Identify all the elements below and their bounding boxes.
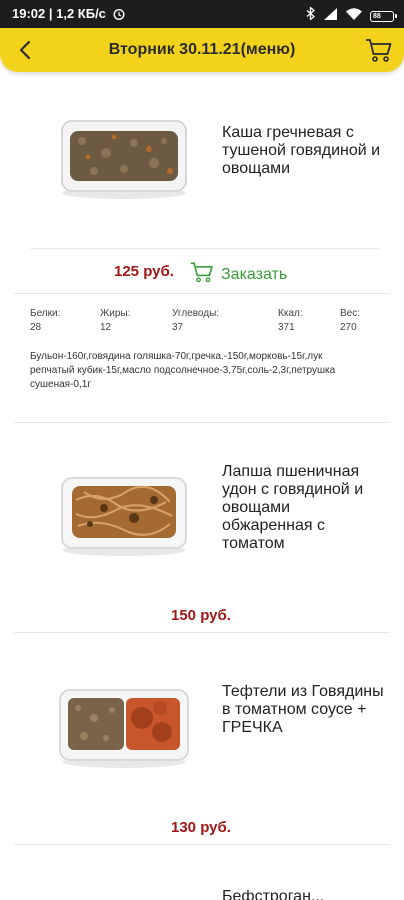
divider bbox=[14, 844, 390, 845]
dish-composition: Бульон-160г,говядина голяшка-70г,гречка.… bbox=[30, 351, 336, 390]
nutrition-protein: Белки: 28 bbox=[30, 307, 60, 335]
nutrition-value: 270 bbox=[340, 322, 357, 333]
dish-photo-buckwheat bbox=[61, 120, 187, 199]
dish-name: Каша гречневая с тушеной говядиной и ово… bbox=[222, 124, 381, 177]
cart-add-icon bbox=[189, 259, 215, 290]
dish-price: 125 руб. bbox=[114, 263, 174, 280]
bluetooth-icon bbox=[306, 6, 316, 25]
dish-photo-meatballs bbox=[59, 689, 189, 768]
nutrition-value: 371 bbox=[278, 322, 295, 333]
dish-price: 150 руб. bbox=[171, 607, 231, 624]
divider bbox=[14, 422, 390, 423]
nutrition-label: Жиры: bbox=[100, 308, 131, 319]
cart-icon[interactable] bbox=[364, 35, 394, 65]
order-button[interactable]: Заказать bbox=[189, 259, 287, 290]
dish-name: Тефтели из Говядины в томатном соусе + Г… bbox=[222, 683, 384, 736]
nutrition-value: 37 bbox=[172, 322, 184, 333]
alarm-icon bbox=[112, 7, 126, 26]
nutrition-value: 12 bbox=[100, 322, 112, 333]
divider bbox=[14, 632, 390, 633]
page-title: Вторник 30.11.21(меню) bbox=[108, 41, 296, 58]
nutrition-label: Ккал: bbox=[278, 308, 303, 319]
nutrition-kcal: Ккал: 371 bbox=[278, 307, 303, 335]
nutrition-label: Вес: bbox=[340, 308, 361, 319]
battery-level: 88 bbox=[373, 13, 381, 20]
order-button-label: Заказать bbox=[221, 265, 288, 283]
dish-photo-udon bbox=[61, 477, 187, 556]
status-bar: 19:02 | 1,2 КБ/с 88 bbox=[0, 0, 404, 28]
signal-icon bbox=[324, 7, 338, 25]
nutrition-label: Углеводы: bbox=[172, 308, 220, 319]
nutrition-fat: Жиры: 12 bbox=[100, 307, 130, 335]
app-header: Вторник 30.11.21(меню) bbox=[0, 28, 404, 72]
nutrition-label: Белки: bbox=[30, 308, 61, 319]
battery-icon: 88 bbox=[370, 10, 397, 22]
dish-name: Бефстроган... bbox=[222, 888, 325, 900]
nutrition-weight: Вес: 270 bbox=[340, 307, 360, 335]
divider bbox=[30, 248, 380, 249]
status-time: 19:02 | 1,2 КБ/с bbox=[12, 6, 106, 21]
nutrition-value: 28 bbox=[30, 322, 42, 333]
nutrition-carbs: Углеводы: 37 bbox=[172, 307, 219, 335]
dish-price: 130 руб. bbox=[171, 819, 231, 836]
divider bbox=[14, 293, 390, 294]
wifi-icon bbox=[346, 7, 362, 25]
dish-name: Лапша пшеничная удон с говядиной и овоща… bbox=[222, 463, 364, 552]
